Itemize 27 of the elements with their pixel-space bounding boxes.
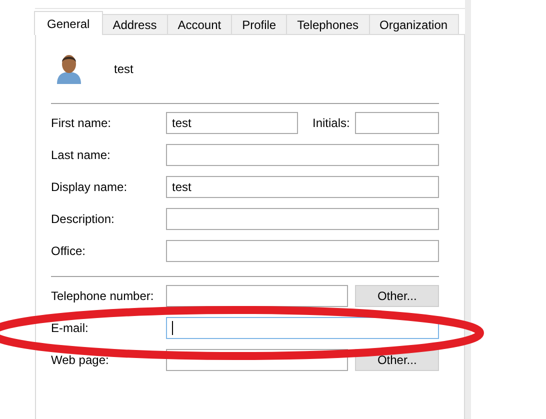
field-label: Web page: bbox=[51, 353, 110, 367]
tab[interactable]: Telephones bbox=[286, 14, 370, 34]
field-label: Office: bbox=[51, 244, 86, 258]
tab[interactable]: Profile bbox=[231, 14, 288, 34]
user-name: test bbox=[114, 62, 134, 76]
input-field[interactable] bbox=[166, 317, 439, 339]
input-field[interactable] bbox=[166, 285, 348, 307]
input-field[interactable] bbox=[166, 144, 439, 166]
field-label: Initials: bbox=[312, 116, 351, 130]
input-field[interactable] bbox=[355, 112, 439, 134]
field-label: Display name: bbox=[51, 180, 128, 194]
other-button[interactable]: Other... bbox=[355, 285, 439, 307]
input-field[interactable] bbox=[166, 208, 439, 230]
input-field[interactable]: test bbox=[166, 176, 439, 198]
tab[interactable]: General bbox=[34, 11, 103, 35]
input-field[interactable]: test bbox=[166, 112, 298, 134]
tab[interactable]: Address bbox=[102, 14, 168, 34]
field-label: First name: bbox=[51, 116, 112, 130]
user-icon bbox=[56, 53, 82, 85]
field-label: Last name: bbox=[51, 148, 112, 162]
tab[interactable]: Account bbox=[166, 14, 232, 34]
field-label: Telephone number: bbox=[51, 289, 155, 303]
field-label: E-mail: bbox=[51, 321, 90, 335]
field-label: Description: bbox=[51, 212, 116, 226]
input-field[interactable] bbox=[166, 349, 348, 371]
input-field[interactable] bbox=[166, 240, 439, 262]
tab[interactable]: Organization bbox=[368, 14, 459, 34]
